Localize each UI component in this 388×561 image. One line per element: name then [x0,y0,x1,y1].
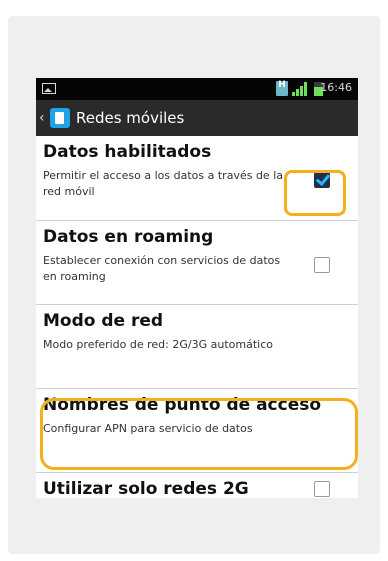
setting-nombres-punto-acceso[interactable]: Nombres de punto de acceso Configurar AP… [36,388,358,473]
setting-subtitle: Configurar APN para servicio de datos [43,422,253,435]
setting-title: Datos habilitados [43,142,212,162]
setting-modo-de-red[interactable]: Modo de red Modo preferido de red: 2G/3G… [36,304,358,389]
phone-screen: H 16:46 ‹ Redes móviles Datos habilitado… [36,78,358,498]
setting-subtitle: Permitir el acceso a los datos a través … [43,169,283,198]
action-bar: ‹ Redes móviles [36,100,358,136]
back-chevron-icon[interactable]: ‹ [39,110,45,126]
setting-title: Nombres de punto de acceso [43,395,322,415]
datos-en-roaming-checkbox[interactable] [314,257,330,273]
setting-subtitle: Establecer conexión con servicios de dat… [43,254,281,283]
setting-subtitle: Modo preferido de red: 2G/3G automático [43,338,273,351]
setting-title: Modo de red [43,311,164,331]
image-notification-icon [42,83,56,94]
setting-datos-en-roaming[interactable]: Datos en roaming Establecer conexión con… [36,220,358,305]
setting-title: Utilizar solo redes 2G [43,479,249,498]
signal-strength-icon [292,82,310,96]
setting-solo-redes-2g[interactable]: Utilizar solo redes 2G [36,472,358,498]
network-type-icon: H [276,81,288,96]
setting-title: Datos en roaming [43,227,214,247]
datos-habilitados-checkbox[interactable] [314,172,330,188]
page-title[interactable]: Redes móviles [76,109,184,127]
sim-card-icon[interactable] [50,108,70,128]
status-time: 16:46 [320,81,352,94]
status-bar: H 16:46 [36,78,358,100]
solo-redes-2g-checkbox[interactable] [314,481,330,497]
setting-datos-habilitados[interactable]: Datos habilitados Permitir el acceso a l… [36,136,358,220]
